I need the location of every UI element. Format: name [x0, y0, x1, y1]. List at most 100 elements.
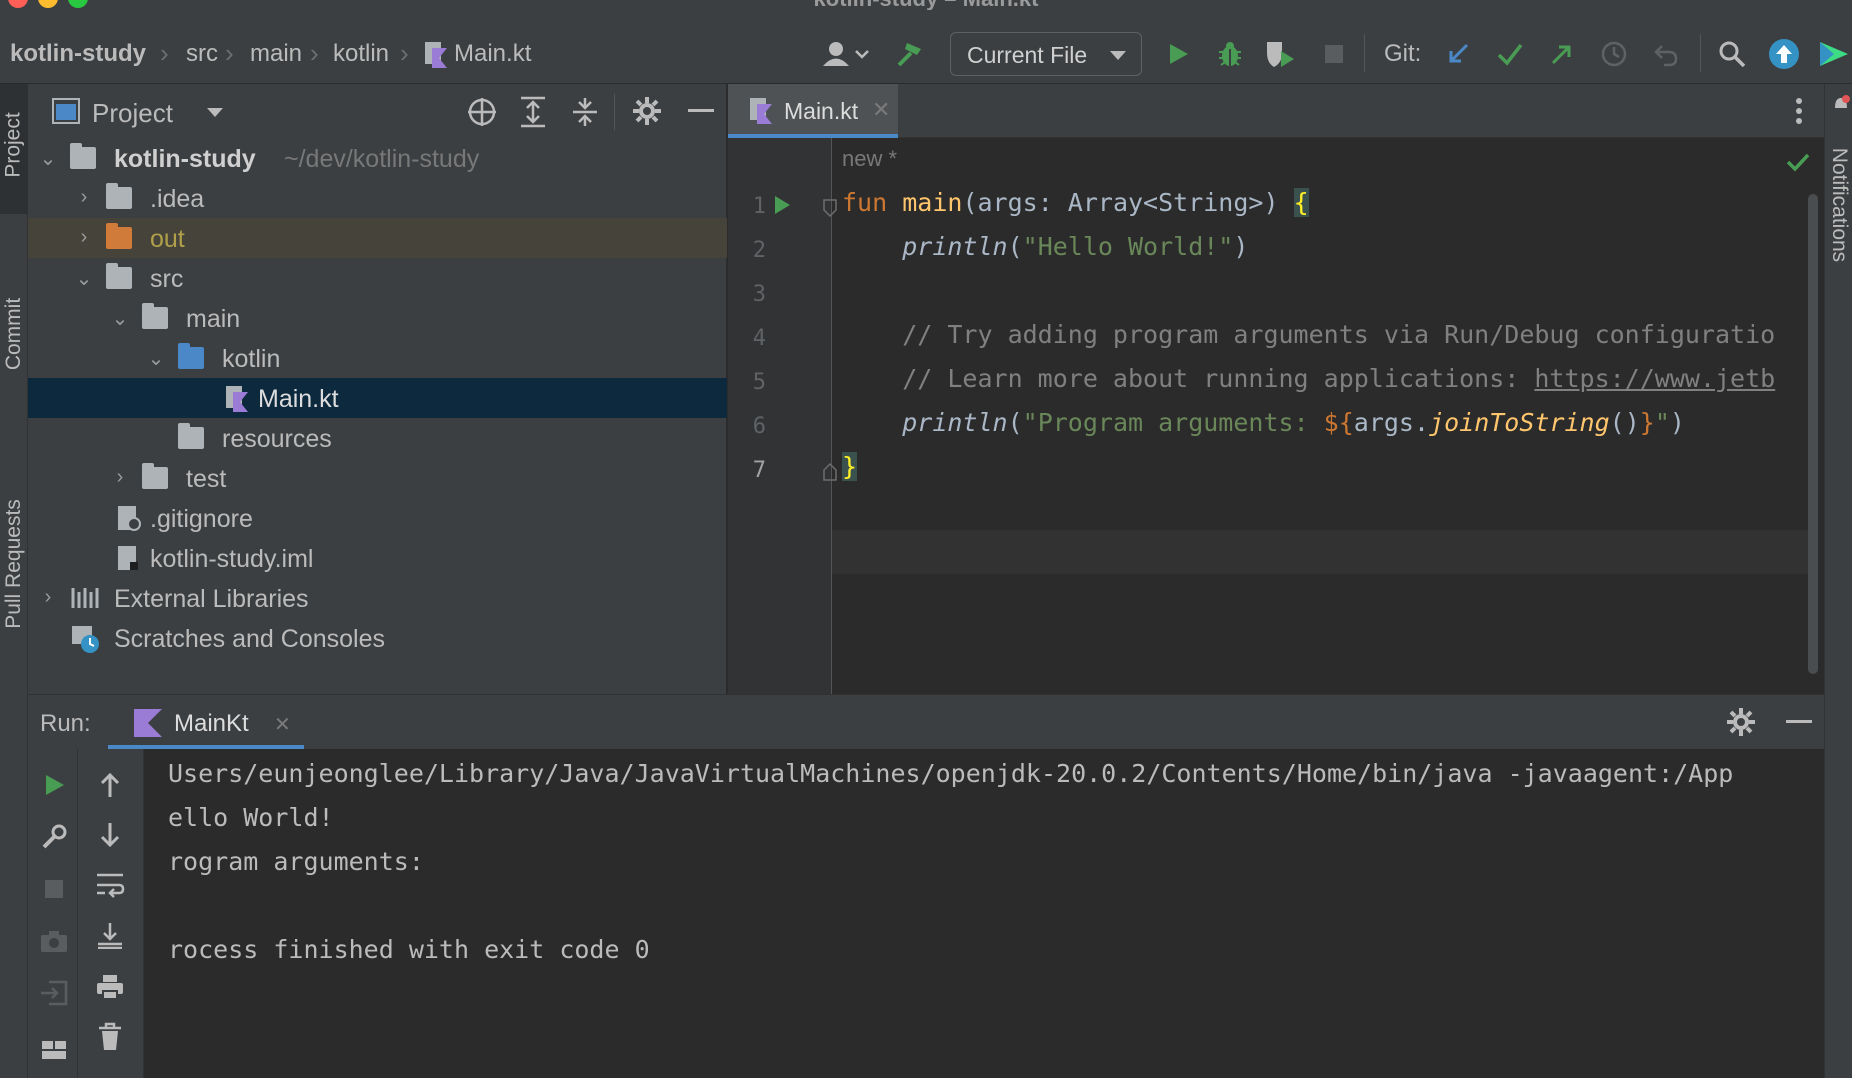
tree-node-gitignore[interactable]: .gitignore [28, 498, 727, 538]
more-options-icon[interactable] [1794, 96, 1804, 131]
chevron-right-icon[interactable]: › [74, 226, 94, 250]
kotlin-file-icon [748, 96, 774, 129]
editor-tab-main-kt[interactable]: Main.kt ✕ [728, 84, 898, 138]
code-line-1[interactable]: fun main(args: Array<String>) { [842, 188, 1309, 217]
minimize-icon[interactable] [688, 109, 714, 112]
breadcrumb-file[interactable]: Main.kt [454, 40, 531, 68]
tree-node-scratches[interactable]: Scratches and Consoles [28, 618, 727, 658]
code-with-me-icon[interactable] [1818, 38, 1850, 70]
rerun-icon[interactable] [38, 769, 70, 801]
line-number: 2 [752, 238, 766, 263]
run-tab-mainkt[interactable]: MainKt ✕ [108, 695, 304, 749]
gear-icon[interactable] [632, 96, 662, 131]
code-link[interactable]: https://www.jetb [1534, 364, 1775, 393]
git-rollback-icon[interactable] [1650, 38, 1682, 70]
breadcrumb-kotlin[interactable]: kotlin [333, 40, 389, 68]
tree-node-main-kt[interactable]: Main.kt [28, 378, 727, 418]
tool-tab-notifications[interactable]: Notifications [1825, 120, 1852, 290]
tool-tab-notifications-label: Notifications [1828, 147, 1852, 263]
tree-node-iml[interactable]: kotlin-study.iml [28, 538, 727, 578]
tree-node-external-libraries[interactable]: › External Libraries [28, 578, 727, 618]
layout-icon[interactable] [38, 1033, 70, 1065]
run-gutter-icon[interactable] [772, 194, 792, 221]
chevron-down-icon[interactable] [206, 106, 224, 124]
wrench-icon[interactable] [38, 821, 70, 853]
project-view-title[interactable]: Project [92, 98, 173, 129]
debug-bug-icon[interactable] [1214, 38, 1246, 70]
tool-tab-project[interactable]: Project [0, 90, 28, 200]
git-push-icon[interactable] [1546, 38, 1578, 70]
code-line-4[interactable]: // Try adding program arguments via Run/… [842, 320, 1775, 349]
arrow-down-icon[interactable] [94, 819, 126, 851]
close-tab-icon[interactable]: ✕ [274, 712, 291, 737]
close-tab-icon[interactable]: ✕ [872, 97, 890, 123]
stop-icon[interactable] [38, 873, 70, 905]
kotlin-file-icon [224, 384, 250, 417]
chevron-right-icon[interactable]: › [110, 466, 130, 490]
soft-wrap-icon[interactable] [94, 869, 126, 901]
fold-marker-icon[interactable] [822, 198, 838, 223]
tree-node-out[interactable]: › out [28, 218, 727, 258]
console-output-line: ello World! [168, 803, 334, 832]
user-account-icon[interactable] [818, 38, 874, 70]
chevron-down-icon[interactable]: ⌄ [38, 146, 58, 170]
git-update-icon[interactable] [1442, 38, 1474, 70]
collapse-all-icon[interactable] [570, 96, 600, 133]
chevron-down-icon[interactable]: ⌄ [110, 306, 130, 330]
code-token: main [902, 188, 963, 217]
chevron-down-icon[interactable]: ⌄ [146, 346, 166, 370]
run-with-coverage-icon[interactable] [1264, 38, 1296, 70]
chevron-right-icon[interactable]: › [38, 586, 58, 610]
expand-all-icon[interactable] [518, 96, 548, 133]
code-token: ( [1007, 232, 1023, 261]
chevron-right-icon[interactable]: › [74, 186, 94, 210]
chevron-down-icon[interactable]: ⌄ [74, 266, 94, 290]
restore-layout-icon[interactable] [38, 977, 70, 1009]
breadcrumb-main[interactable]: main [250, 40, 302, 68]
minimize-icon[interactable] [1786, 720, 1812, 723]
tree-node-resources[interactable]: resources [28, 418, 727, 458]
tool-tab-pull-requests[interactable]: Pull Requests [0, 454, 28, 674]
breadcrumb-project[interactable]: kotlin-study [10, 40, 146, 68]
scroll-to-end-icon[interactable] [94, 919, 126, 951]
tree-node-main[interactable]: ⌄ main [28, 298, 727, 338]
notifications-bell-icon[interactable] [1831, 94, 1851, 119]
update-available-icon[interactable] [1768, 38, 1800, 70]
excluded-folder-icon [106, 223, 132, 249]
print-icon[interactable] [94, 971, 126, 1003]
code-token: " [1654, 408, 1670, 437]
tree-node-idea[interactable]: › .idea [28, 178, 727, 218]
tool-tab-commit[interactable]: Commit [0, 274, 28, 394]
editor-scrollbar[interactable] [1808, 194, 1818, 674]
run-title: Run: [40, 710, 91, 737]
run-configuration-select[interactable]: Current File [950, 32, 1142, 76]
git-history-clock-icon[interactable] [1598, 38, 1630, 70]
tree-node-test[interactable]: › test [28, 458, 727, 498]
git-commit-check-icon[interactable] [1494, 38, 1526, 70]
trash-icon[interactable] [94, 1021, 126, 1053]
locate-file-icon[interactable] [466, 96, 498, 133]
search-icon[interactable] [1716, 38, 1748, 70]
run-icon[interactable] [1162, 38, 1194, 70]
breadcrumb-src[interactable]: src [186, 40, 218, 68]
tree-node-root[interactable]: ⌄ kotlin-study ~/dev/kotlin-study [28, 138, 727, 178]
code-line-2[interactable]: println("Hello World!") [842, 232, 1248, 261]
code-line-7[interactable]: } [842, 452, 858, 481]
code-line-6[interactable]: println("Program arguments: ${args.joinT… [842, 408, 1685, 437]
no-problems-check-icon[interactable] [1786, 152, 1810, 177]
tree-node-src[interactable]: ⌄ src [28, 258, 727, 298]
stop-icon[interactable] [1318, 38, 1350, 70]
toolbar-divider [1700, 34, 1701, 72]
fold-marker-icon[interactable] [822, 462, 838, 487]
line-number: 1 [752, 194, 766, 219]
tree-node-kotlin[interactable]: ⌄ kotlin [28, 338, 727, 378]
camera-icon[interactable] [38, 925, 70, 957]
gear-icon[interactable] [1726, 707, 1756, 742]
tree-node-label: kotlin [222, 345, 281, 373]
build-hammer-icon[interactable] [894, 38, 926, 70]
git-label: Git: [1384, 40, 1422, 67]
code-line-5[interactable]: // Learn more about running applications… [842, 364, 1775, 393]
run-toolbar-primary [28, 749, 78, 1078]
toolbar-divider [1364, 34, 1365, 72]
arrow-up-icon[interactable] [94, 769, 126, 801]
